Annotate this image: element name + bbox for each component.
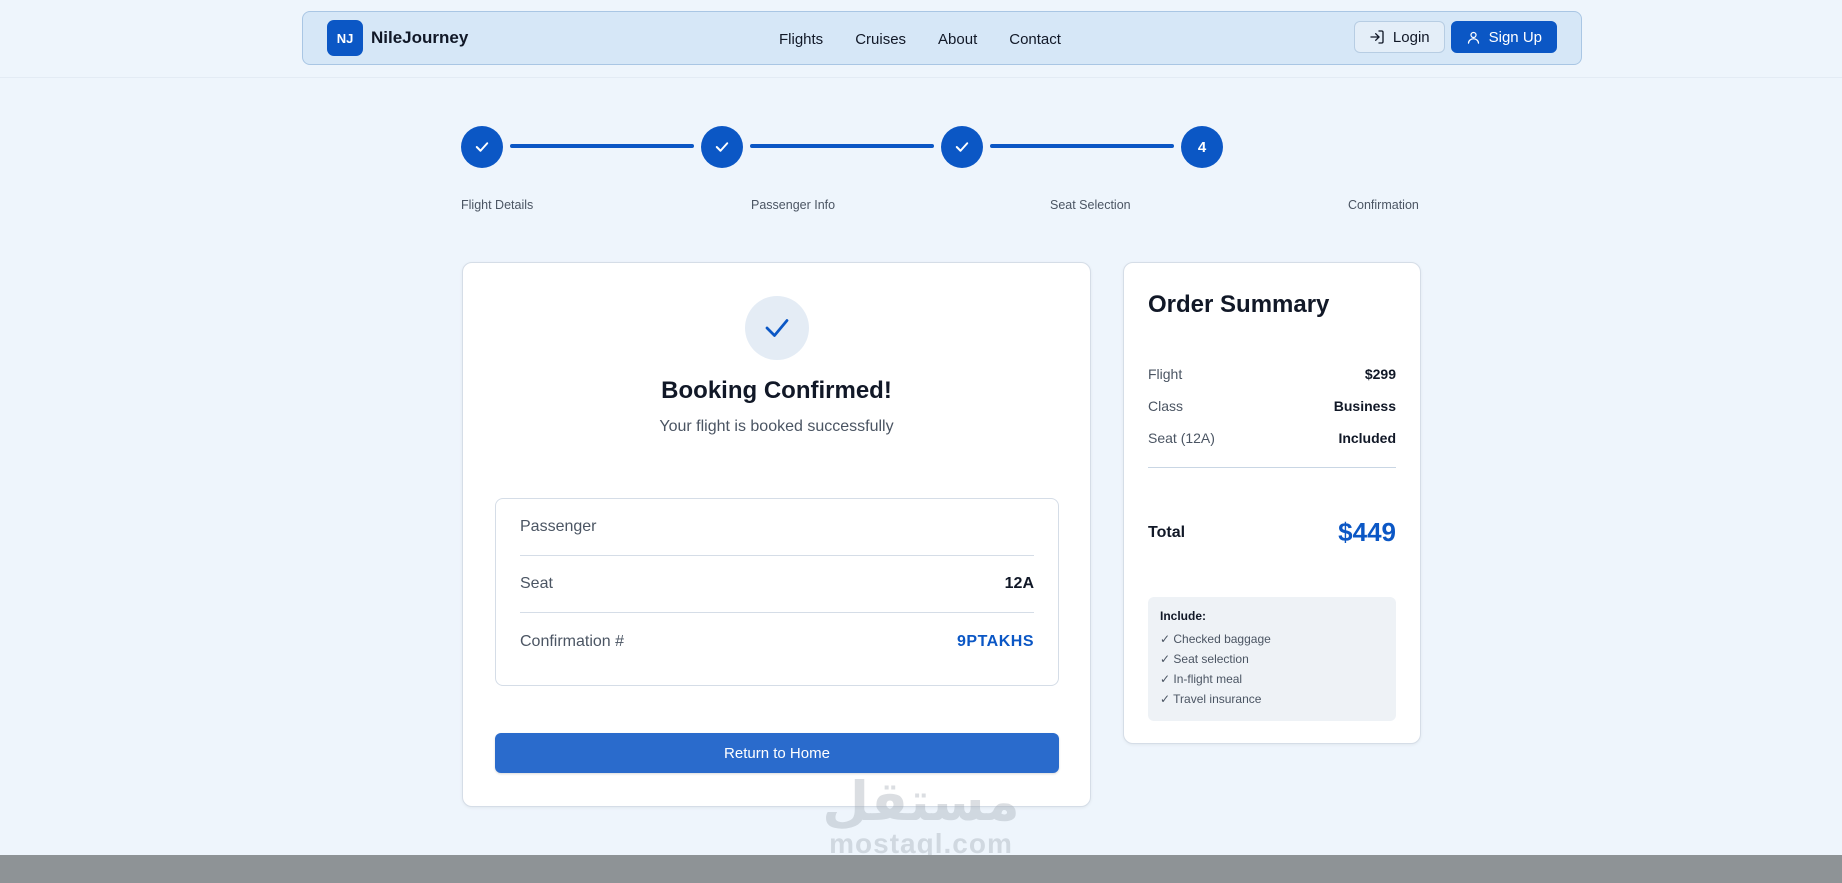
summary-row-class: Class Business bbox=[1148, 390, 1396, 422]
include-item: ✓ In-flight meal bbox=[1160, 672, 1243, 686]
included-features: Include: ✓ Checked baggage ✓ Seat select… bbox=[1148, 597, 1396, 721]
step-circle-3 bbox=[941, 126, 983, 168]
detail-label: Confirmation # bbox=[520, 632, 625, 650]
login-label: Login bbox=[1392, 28, 1430, 46]
include-item: ✓ Checked baggage bbox=[1160, 632, 1271, 646]
summary-divider bbox=[1148, 467, 1396, 468]
include-item: ✓ Seat selection bbox=[1160, 652, 1249, 666]
step-label-seat-selection: Seat Selection bbox=[1050, 198, 1131, 212]
total-value: $449 bbox=[1338, 517, 1396, 547]
summary-total-row: Total $449 bbox=[1148, 517, 1396, 548]
step-circle-2 bbox=[701, 126, 743, 168]
step-connector-3 bbox=[990, 144, 1174, 148]
order-summary-card: Order Summary Flight $299 Class Business… bbox=[1123, 262, 1421, 744]
detail-row-seat: Seat 12A bbox=[520, 556, 1034, 613]
confirmation-subtitle: Your flight is booked successfully bbox=[659, 418, 894, 435]
summary-rows: Flight $299 Class Business Seat (12A) In… bbox=[1148, 358, 1396, 454]
check-icon bbox=[955, 142, 969, 152]
check-icon bbox=[475, 142, 489, 152]
step-label-flight-details: Flight Details bbox=[461, 198, 534, 212]
step-label-confirmation: Confirmation bbox=[1348, 198, 1419, 212]
success-badge bbox=[745, 296, 809, 360]
step-connector-2 bbox=[750, 144, 934, 148]
confirmation-card: Booking Confirmed! Your flight is booked… bbox=[462, 262, 1091, 807]
nav-link-contact[interactable]: Contact bbox=[1009, 31, 1061, 48]
page: NJ NileJourney Flights Cruises About Con… bbox=[0, 0, 1842, 883]
summary-title: Order Summary bbox=[1148, 291, 1330, 318]
include-item: ✓ Travel insurance bbox=[1160, 692, 1262, 706]
booking-details: Passenger Seat 12A Confirmation # 9PTAKH… bbox=[495, 498, 1059, 686]
summary-value: Included bbox=[1338, 430, 1396, 446]
detail-row-confirmation-number: Confirmation # 9PTAKHS bbox=[520, 613, 1034, 670]
signup-button[interactable]: Sign Up bbox=[1450, 21, 1557, 53]
detail-value: 12A bbox=[1004, 575, 1034, 592]
nav-links: Flights Cruises About Contact bbox=[779, 12, 1061, 66]
summary-row-flight: Flight $299 bbox=[1148, 358, 1396, 390]
detail-label: Seat bbox=[520, 575, 553, 592]
summary-label: Seat (12A) bbox=[1148, 430, 1215, 446]
nav-link-flights[interactable]: Flights bbox=[779, 31, 823, 48]
step-connector-1 bbox=[510, 144, 694, 148]
brand-name: NileJourney bbox=[371, 28, 469, 47]
include-title: Include: bbox=[1160, 609, 1207, 623]
summary-value: Business bbox=[1333, 398, 1396, 414]
user-icon bbox=[1467, 31, 1479, 44]
signup-label: Sign Up bbox=[1488, 28, 1542, 46]
confirmation-title: Booking Confirmed! bbox=[661, 377, 892, 404]
summary-label: Class bbox=[1148, 398, 1184, 414]
navbar: NJ NileJourney Flights Cruises About Con… bbox=[302, 11, 1582, 65]
step-label-passenger-info: Passenger Info bbox=[751, 198, 836, 212]
auth-buttons: Login Sign Up bbox=[1353, 21, 1557, 53]
summary-label: Flight bbox=[1148, 366, 1183, 382]
login-button[interactable]: Login bbox=[1353, 21, 1445, 53]
detail-row-passenger: Passenger bbox=[520, 499, 1034, 556]
detail-label: Passenger bbox=[520, 518, 597, 535]
confirmation-number: 9PTAKHS bbox=[957, 632, 1034, 650]
footer-bar bbox=[0, 855, 1842, 883]
brand-logo[interactable]: NJ NileJourney bbox=[327, 20, 468, 56]
check-icon bbox=[715, 142, 729, 152]
total-label: Total bbox=[1148, 523, 1186, 541]
login-icon bbox=[1370, 30, 1384, 44]
step-circle-1 bbox=[461, 126, 503, 168]
return-home-button[interactable]: Return to Home bbox=[495, 733, 1059, 773]
brand-badge: NJ bbox=[327, 20, 363, 56]
check-icon bbox=[765, 319, 789, 337]
summary-row-seat: Seat (12A) Included bbox=[1148, 422, 1396, 454]
step-circle-4: 4 bbox=[1181, 126, 1223, 168]
nav-link-about[interactable]: About bbox=[938, 31, 977, 48]
watermark: مستقل mostaql.com bbox=[808, 775, 1034, 859]
watermark-arabic: مستقل bbox=[822, 772, 1020, 832]
nav-link-cruises[interactable]: Cruises bbox=[855, 31, 906, 48]
summary-value: $299 bbox=[1364, 366, 1396, 382]
